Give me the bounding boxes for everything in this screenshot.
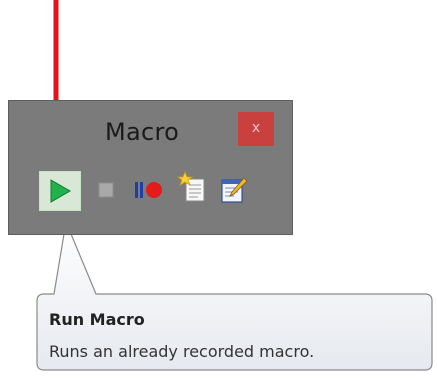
record-icon (135, 182, 162, 198)
tooltip-title: Run Macro (49, 310, 145, 329)
close-button[interactable]: x (238, 112, 274, 146)
run-macro-button[interactable] (39, 171, 81, 211)
close-icon: x (251, 120, 261, 136)
screenshot-canvas: Macro x Run Macro Runs an already record… (0, 0, 437, 378)
macro-window: Macro x (8, 100, 293, 235)
play-icon (50, 179, 71, 203)
edit-document-icon (221, 177, 248, 203)
macro-toolbar (36, 169, 266, 213)
new-document-icon (176, 170, 205, 202)
stop-macro-button[interactable] (90, 169, 128, 209)
record-macro-button[interactable] (128, 169, 166, 209)
window-title: Macro (105, 118, 180, 146)
edit-macro-button[interactable] (214, 169, 252, 209)
new-macro-button[interactable] (176, 169, 214, 209)
stop-icon (98, 182, 114, 198)
tooltip-description: Runs an already recorded macro. (49, 342, 315, 361)
